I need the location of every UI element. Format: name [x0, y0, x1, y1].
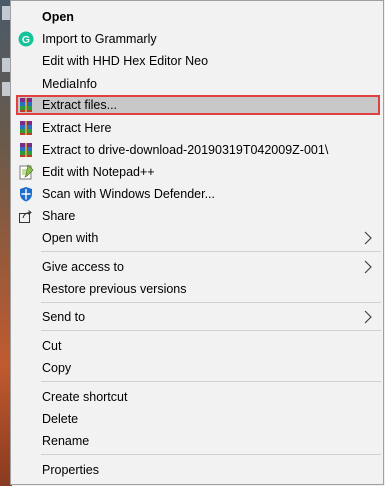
notepadpp-icon [18, 164, 34, 180]
context-menu: Open G Import to Grammarly Edit with HHD… [10, 0, 384, 485]
winrar-icon [18, 120, 34, 136]
menu-item-label: Create shortcut [42, 390, 128, 404]
menu-item-label: Send to [42, 310, 86, 324]
menu-separator [41, 251, 381, 252]
menu-item-extract-to-folder[interactable]: Extract to drive-download-20190319T04200… [11, 139, 383, 161]
menu-item-label: MediaInfo [42, 77, 97, 91]
menu-item-create-shortcut[interactable]: Create shortcut [11, 386, 383, 408]
menu-item-cut[interactable]: Cut [11, 335, 383, 357]
menu-item-extract-here[interactable]: Extract Here [11, 117, 383, 139]
winrar-icon [18, 97, 34, 113]
menu-item-restore-previous-versions[interactable]: Restore previous versions [11, 278, 383, 300]
grammarly-icon: G [18, 31, 34, 47]
menu-item-label: Give access to [42, 260, 124, 274]
menu-item-label: Rename [42, 434, 90, 448]
menu-item-copy[interactable]: Copy [11, 357, 383, 379]
svg-text:G: G [22, 34, 30, 46]
menu-item-share[interactable]: Share [11, 205, 383, 227]
menu-item-label: Edit with HHD Hex Editor Neo [42, 54, 209, 68]
menu-separator [41, 454, 381, 455]
menu-item-edit-with-hex-editor[interactable]: Edit with HHD Hex Editor Neo [11, 50, 383, 72]
menu-item-delete[interactable]: Delete [11, 408, 383, 430]
background-icon [2, 6, 10, 20]
menu-item-label: Edit with Notepad++ [42, 165, 155, 179]
menu-item-rename[interactable]: Rename [11, 430, 383, 452]
menu-separator [41, 381, 381, 382]
winrar-icon [18, 142, 34, 158]
chevron-right-icon [361, 260, 375, 274]
chevron-right-icon [361, 310, 375, 324]
menu-item-label: Open [42, 10, 74, 24]
background-icon [2, 58, 10, 72]
menu-item-send-to[interactable]: Send to [11, 306, 383, 328]
menu-item-label: Restore previous versions [42, 282, 187, 296]
share-icon [18, 208, 34, 224]
menu-item-open-with[interactable]: Open with [11, 227, 383, 249]
background-icon [2, 82, 10, 96]
windows-defender-icon [18, 186, 34, 202]
menu-item-label: Scan with Windows Defender... [42, 187, 215, 201]
menu-item-label: Properties [42, 463, 99, 477]
menu-separator [41, 302, 381, 303]
menu-item-label: Extract Here [42, 121, 112, 135]
chevron-right-icon [361, 231, 375, 245]
menu-item-label: Extract files... [42, 98, 118, 112]
menu-item-label: Copy [42, 361, 72, 375]
menu-item-mediainfo[interactable]: MediaInfo [11, 73, 383, 95]
menu-item-properties[interactable]: Properties [11, 459, 383, 481]
menu-separator [41, 330, 381, 331]
menu-item-label: Extract to drive-download-20190319T04200… [42, 143, 329, 157]
menu-item-label: Share [42, 209, 76, 223]
menu-item-scan-with-defender[interactable]: Scan with Windows Defender... [11, 183, 383, 205]
menu-item-label: Import to Grammarly [42, 32, 157, 46]
menu-item-extract-files[interactable]: Extract files... [11, 94, 383, 116]
menu-item-give-access-to[interactable]: Give access to [11, 256, 383, 278]
menu-item-label: Delete [42, 412, 79, 426]
menu-item-import-to-grammarly[interactable]: G Import to Grammarly [11, 28, 383, 50]
menu-item-open[interactable]: Open [11, 6, 383, 28]
menu-item-label: Open with [42, 231, 99, 245]
menu-item-edit-with-notepadpp[interactable]: Edit with Notepad++ [11, 161, 383, 183]
menu-item-label: Cut [42, 339, 62, 353]
